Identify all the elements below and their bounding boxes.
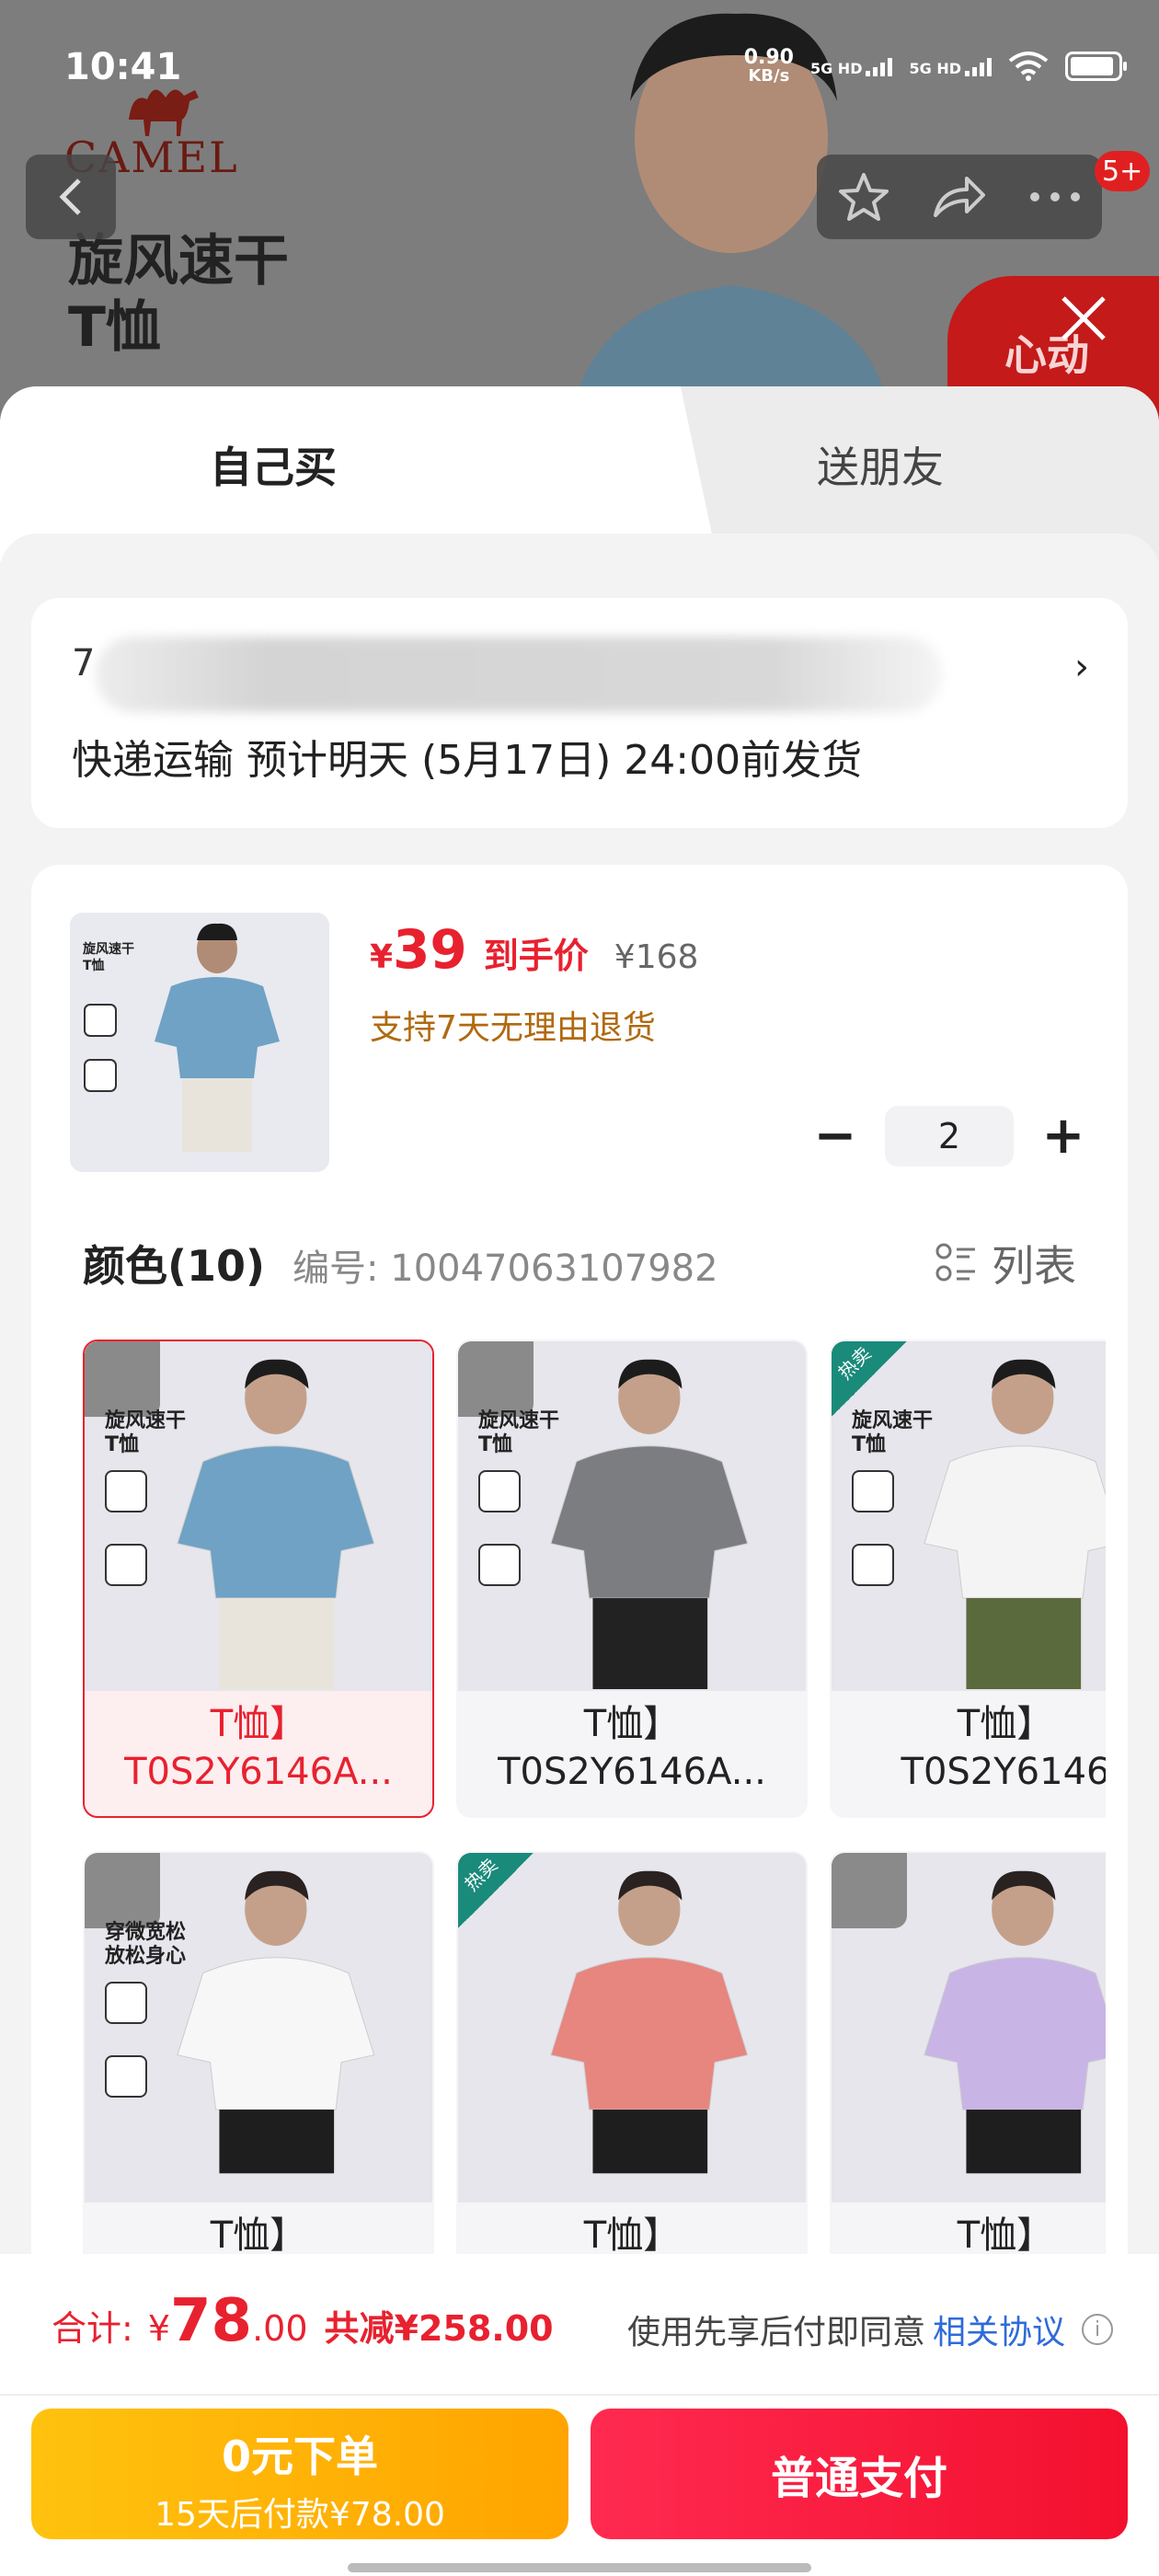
increase-button[interactable]: +	[1036, 1109, 1091, 1164]
final-price-label: 到手价	[483, 936, 589, 976]
svg-text:T恤: T恤	[83, 958, 105, 973]
variant-label: T恤】 T0S2Y6146A...	[498, 1703, 766, 1793]
list-view-toggle[interactable]: 列表	[935, 1233, 1076, 1294]
feature-icons	[105, 1982, 149, 2129]
notification-badge: 5+	[1095, 151, 1151, 191]
purchase-tabs: 自己买 送朋友	[0, 386, 1159, 589]
product-backdrop: 10:41 0.90 KB/s 5G HD 5G HD CAMEL 旋风速干 T…	[0, 0, 1159, 423]
product-card: 旋风速干 T恤 ¥39 到手价 ¥168 支持7天无理由退货 − 2 + 颜色(…	[31, 865, 1128, 2355]
battery-icon	[1065, 52, 1127, 81]
discount-total: 共减¥258.00	[324, 2308, 554, 2349]
list-icon	[935, 1243, 975, 1282]
info-icon[interactable]: i	[1082, 2314, 1113, 2345]
quantity-value[interactable]: 2	[885, 1106, 1014, 1167]
final-price: ¥39	[370, 918, 467, 981]
brand-corner-icon	[458, 1341, 534, 1417]
original-price: ¥168	[614, 938, 699, 976]
share-icon[interactable]	[932, 173, 987, 221]
price-row: ¥39 到手价 ¥168	[370, 918, 698, 981]
address-card[interactable]: 7 › 快递运输 预计明天 (5月17日) 24:00前发货	[31, 598, 1128, 828]
more-icon[interactable]	[1029, 191, 1081, 202]
variant-label: T恤】 T0S2Y6146A...	[124, 1703, 393, 1793]
variant-label: T恤】 T0S2Y6146	[901, 1703, 1106, 1793]
tab-buy-self[interactable]: 自己买	[210, 434, 337, 495]
color-count: 颜色(10)	[83, 1241, 266, 1291]
feature-icons	[852, 1470, 896, 1617]
agreement-link[interactable]: 相关协议	[933, 2306, 1065, 2353]
brand-corner-icon	[85, 1853, 160, 1928]
address-prefix: 7	[72, 642, 96, 684]
return-policy: 支持7天无理由退货	[370, 1009, 656, 1047]
shipping-estimate: 快递运输 预计明天 (5月17日) 24:00前发货	[72, 737, 863, 784]
agreement-text: 使用先享后付即同意 相关协议 i	[627, 2306, 1113, 2353]
variant-label: T恤】	[957, 2214, 1054, 2257]
brand-corner-icon	[832, 1853, 907, 1928]
variant-label: T恤】	[583, 2214, 681, 2257]
chevron-left-icon	[59, 178, 81, 215]
svg-text:旋风速干: 旋风速干	[82, 941, 134, 957]
address-redacted	[96, 637, 942, 712]
back-button[interactable]	[26, 155, 116, 239]
tab-gift-friend[interactable]: 送朋友	[817, 434, 944, 495]
variant-feature-text: 穿微宽松 放松身心	[105, 1921, 187, 1968]
wifi-icon	[1008, 52, 1049, 81]
variant-label: T恤】	[210, 2214, 307, 2257]
variant-feature-text: 旋风速干 T恤	[852, 1409, 934, 1456]
variant-feature-text: 旋风速干 T恤	[478, 1409, 560, 1456]
signal-1-icon: 5G HD	[810, 56, 893, 76]
quantity-stepper: − 2 +	[808, 1106, 1091, 1167]
hero-title: 旋风速干 T恤	[68, 229, 289, 360]
brand-corner-icon	[85, 1341, 160, 1417]
camel-logo-icon	[129, 89, 199, 136]
hot-sale-tag: 热卖	[458, 1853, 534, 1928]
color-variant-item[interactable]: 旋风速干 T恤 T恤】 T0S2Y6146A...	[456, 1340, 808, 1818]
order-total: 合计: ¥ 78 .00 共减¥258.00	[52, 2287, 554, 2355]
home-indicator	[348, 2563, 811, 2572]
hot-sale-tag: 热卖	[832, 1341, 907, 1417]
feature-icons	[105, 1470, 149, 1617]
color-variant-item[interactable]: 热卖 旋风速干 T恤 T恤】 T0S2Y6146	[830, 1340, 1106, 1818]
close-icon[interactable]	[1058, 293, 1109, 344]
pay-later-button[interactable]: 0元下单 15天后付款¥78.00	[31, 2409, 568, 2539]
variant-feature-text: 旋风速干 T恤	[105, 1409, 187, 1456]
net-speed: 0.90 KB/s	[743, 46, 794, 86]
decrease-button[interactable]: −	[808, 1109, 863, 1164]
color-header: 颜色(10) 编号: 10047063107982	[83, 1233, 718, 1294]
purchase-sheet: 自己买 送朋友 7 › 快递运输 预计明天 (5月17日) 24:00前发货 旋…	[0, 386, 1159, 2576]
sku-number: 编号: 10047063107982	[293, 1248, 718, 1290]
color-variant-item[interactable]: 旋风速干 T恤 T恤】 T0S2Y6146A...	[83, 1340, 434, 1818]
favorite-star-icon[interactable]	[838, 171, 889, 223]
product-thumbnail[interactable]: 旋风速干 T恤	[70, 913, 329, 1172]
header-actions	[817, 155, 1102, 239]
feature-icons	[478, 1470, 522, 1617]
status-icons: 0.90 KB/s 5G HD 5G HD	[743, 46, 1127, 86]
normal-pay-button[interactable]: 普通支付	[591, 2409, 1128, 2539]
color-variant-grid: 旋风速干 T恤 T恤】 T0S2Y6146A... 旋风速干 T恤 T恤】 T0S2Y614…	[83, 1340, 1106, 2355]
checkout-footer: 合计: ¥ 78 .00 共减¥258.00 使用先享后付即同意 相关协议 i …	[0, 2254, 1159, 2576]
chevron-right-icon[interactable]: ›	[1074, 646, 1089, 688]
signal-2-icon: 5G HD	[909, 56, 992, 76]
